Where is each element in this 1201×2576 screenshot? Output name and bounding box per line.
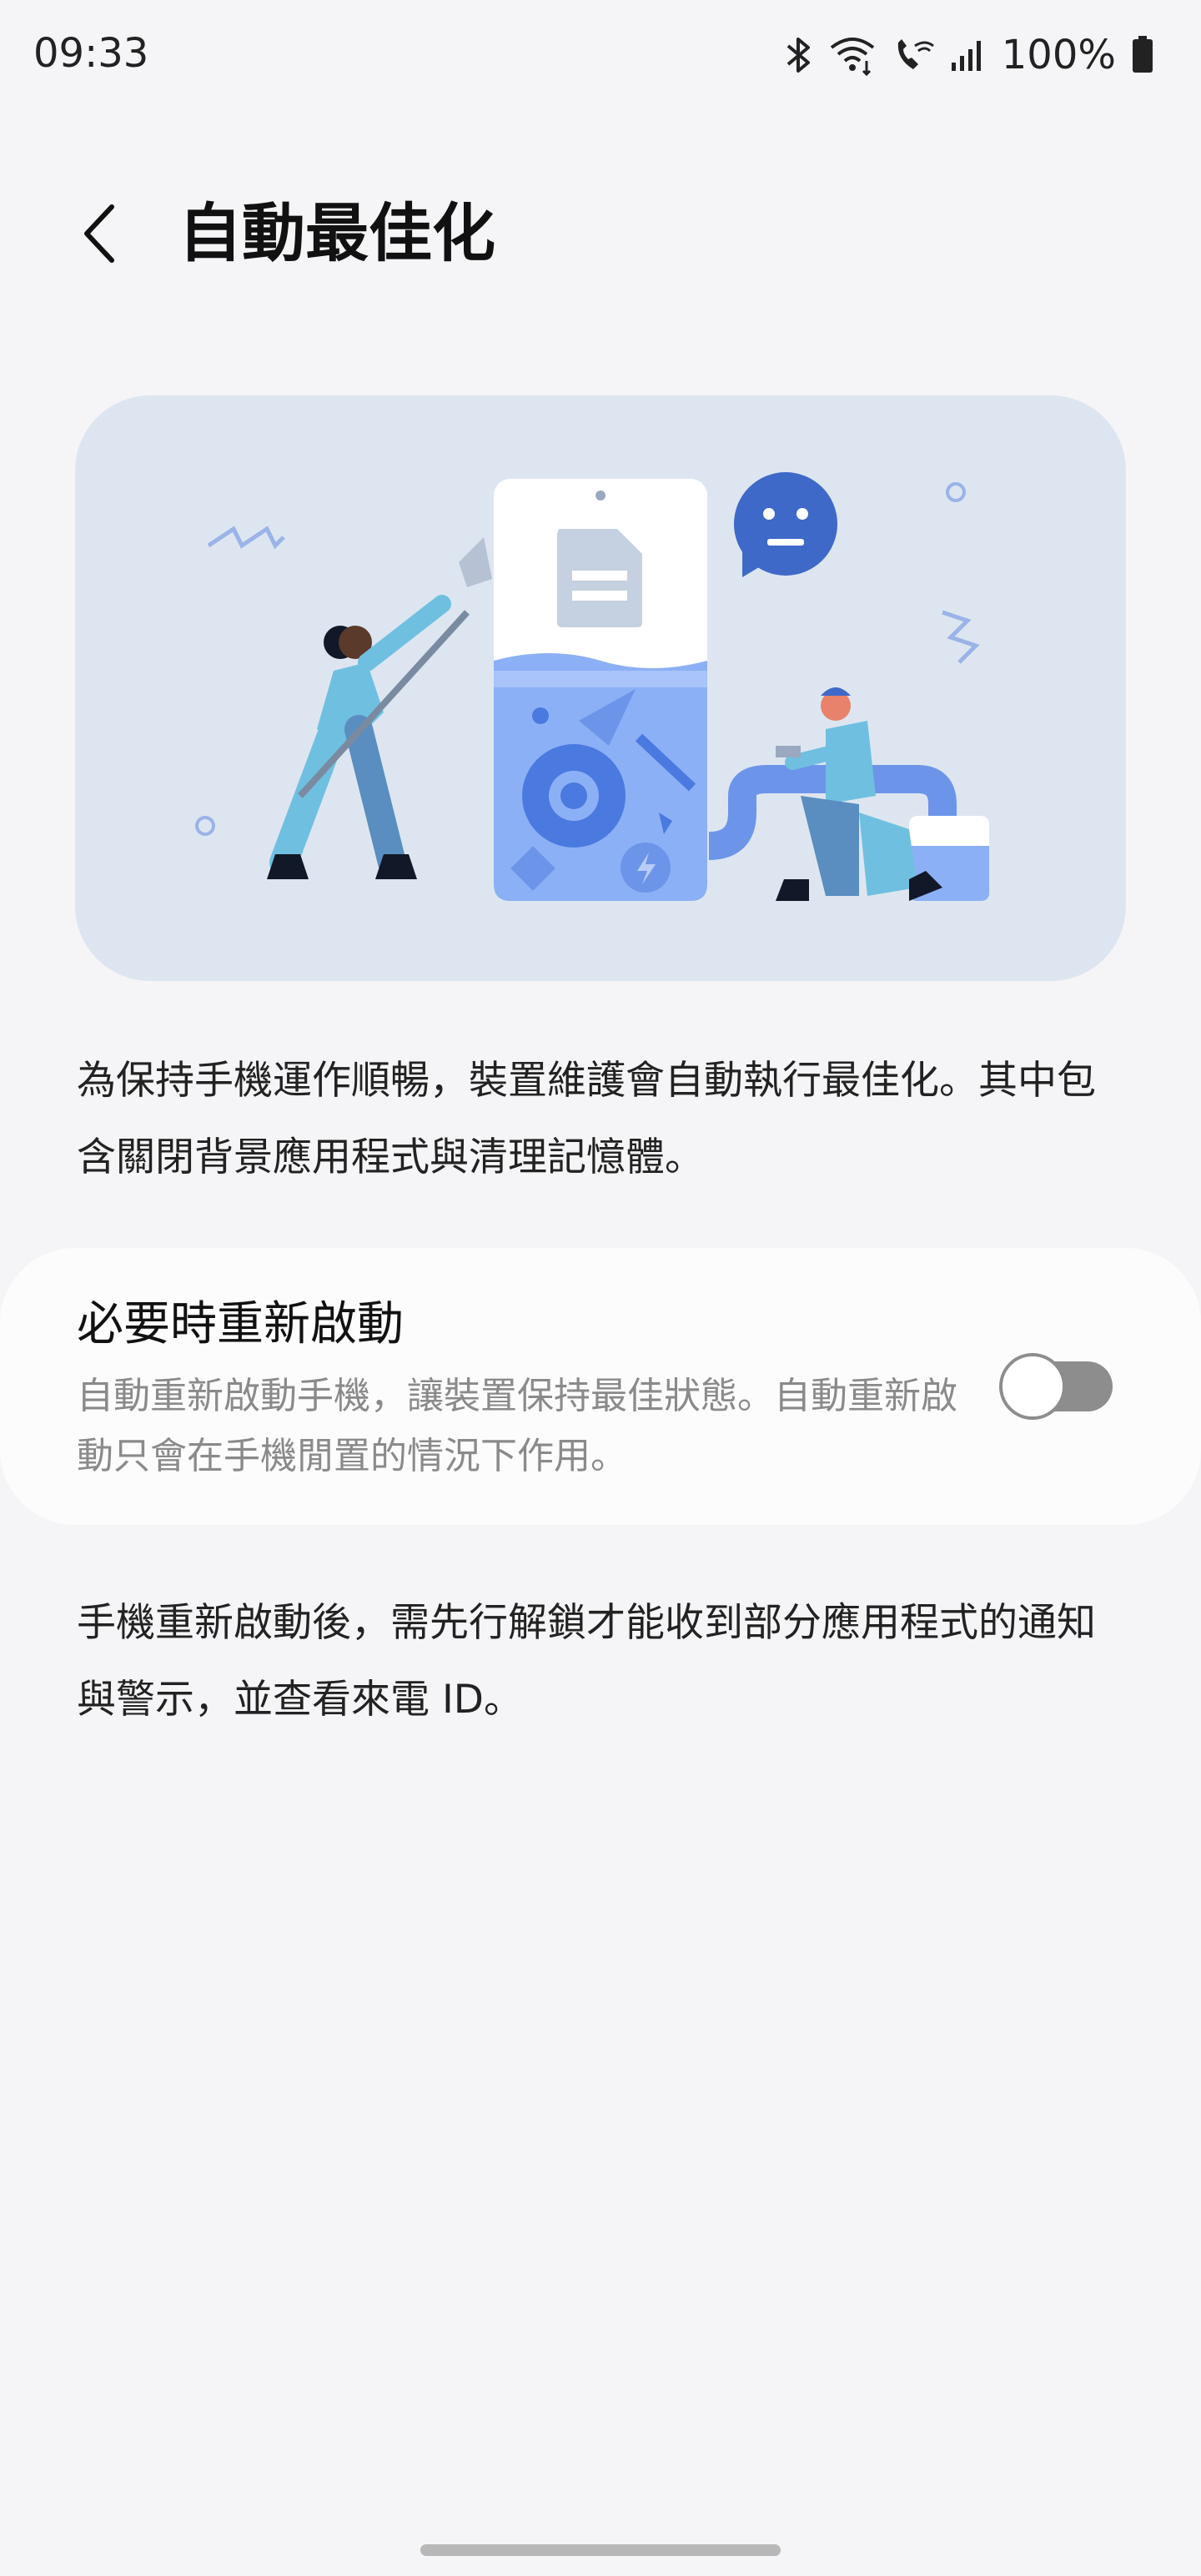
battery-icon	[1133, 36, 1153, 73]
restart-toggle[interactable]	[999, 1353, 1116, 1420]
restart-setting-subtitle: 自動重新啟動手機，讓裝置保持最佳狀態。自動重新啟動只會在手機閒置的情況下作用。	[77, 1375, 957, 1477]
status-time: 09:33	[33, 30, 149, 77]
restart-note: 手機重新啟動後，需先行解鎖才能收到部分應用程式的通知與警示，並查看來電 ID。	[77, 1600, 1096, 1723]
bluetooth-icon	[786, 38, 810, 73]
signal-icon	[951, 41, 981, 71]
gear-icon	[522, 744, 626, 848]
back-button[interactable]	[58, 192, 142, 275]
optimization-illustration	[195, 472, 989, 901]
wifi-calling-icon	[830, 38, 875, 76]
restart-setting-card[interactable]: 必要時重新啟動 自動重新啟動手機，讓裝置保持最佳狀態。自動重新啟動只會在手機閒置…	[0, 1248, 1201, 1525]
home-indicator[interactable]	[420, 2544, 781, 2556]
chat-bubble-icon	[734, 472, 837, 577]
screen: 09:33 100% 自動最佳化 為保持手機運作順暢，裝置維護會自動執行最佳化。…	[0, 0, 1201, 2576]
woman-figure	[267, 537, 492, 879]
status-icons: 100%	[783, 30, 1154, 80]
plumber-figure	[708, 687, 989, 901]
restart-setting-title: 必要時重新啟動	[77, 1297, 404, 1351]
header: 自動最佳化	[0, 167, 1201, 300]
lightning-icon	[621, 843, 671, 893]
optimization-description: 為保持手機運作順暢，裝置維護會自動執行最佳化。其中包含關閉背景應用程式與清理記憶…	[77, 1058, 1096, 1180]
illustration	[75, 395, 1126, 981]
toggle-knob	[999, 1353, 1066, 1420]
document-icon	[557, 529, 642, 627]
back-arrow-icon	[84, 204, 114, 263]
status-bar: 09:33 100%	[0, 0, 1201, 108]
volte-call-icon	[897, 39, 934, 69]
battery-percent: 100%	[1001, 32, 1116, 78]
page-title: 自動最佳化	[178, 196, 495, 270]
